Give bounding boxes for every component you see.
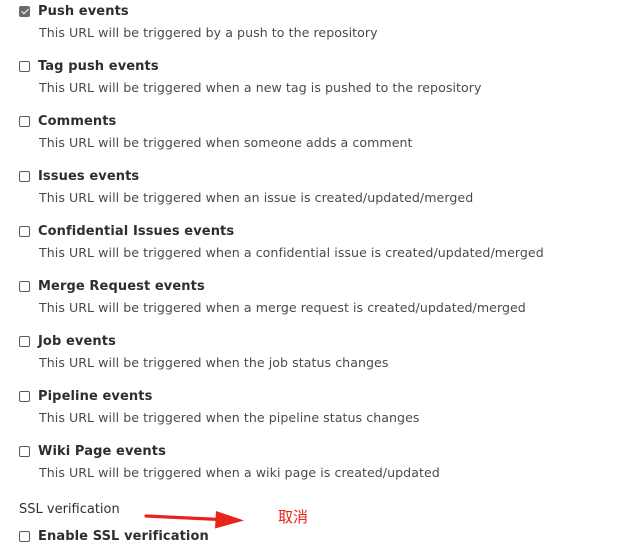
tag-push-events-checkbox[interactable] xyxy=(19,60,30,72)
push-events-checkbox[interactable] xyxy=(19,5,30,17)
cancel-annotation-text: 取消 xyxy=(278,508,309,526)
confidential-issues-events-description: This URL will be triggered when a confid… xyxy=(39,245,544,260)
merge-request-events-checkbox[interactable] xyxy=(19,280,30,292)
trigger-comments: Comments This URL will be triggered when… xyxy=(19,110,413,150)
ssl-verification-heading: SSL verification xyxy=(19,502,120,517)
trigger-job-events: Job events This URL will be triggered wh… xyxy=(19,330,388,370)
push-events-label[interactable]: Push events xyxy=(38,4,129,19)
merge-request-events-description: This URL will be triggered when a merge … xyxy=(39,300,526,315)
trigger-pipeline-events: Pipeline events This URL will be trigger… xyxy=(19,385,419,425)
pipeline-events-checkbox[interactable] xyxy=(19,390,30,402)
pipeline-events-label[interactable]: Pipeline events xyxy=(38,389,152,404)
issues-events-label[interactable]: Issues events xyxy=(38,169,139,184)
trigger-confidential-issues-events: Confidential Issues events This URL will… xyxy=(19,220,544,260)
enable-ssl-verification-checkbox[interactable] xyxy=(19,530,30,542)
trigger-push-events: Push events This URL will be triggered b… xyxy=(19,0,378,40)
wiki-page-events-checkbox[interactable] xyxy=(19,445,30,457)
tag-push-events-description: This URL will be triggered when a new ta… xyxy=(39,80,482,95)
pipeline-events-description: This URL will be triggered when the pipe… xyxy=(39,410,420,425)
comments-description: This URL will be triggered when someone … xyxy=(39,135,413,150)
trigger-merge-request-events: Merge Request events This URL will be tr… xyxy=(19,275,526,315)
trigger-wiki-page-events: Wiki Page events This URL will be trigge… xyxy=(19,440,440,480)
job-events-checkbox[interactable] xyxy=(19,335,30,347)
issues-events-description: This URL will be triggered when an issue… xyxy=(39,190,474,205)
red-arrow-annotation xyxy=(144,511,244,529)
merge-request-events-label[interactable]: Merge Request events xyxy=(38,279,205,294)
comments-checkbox[interactable] xyxy=(19,115,30,127)
webhook-triggers-page: Push events This URL will be triggered b… xyxy=(0,0,617,555)
job-events-label[interactable]: Job events xyxy=(38,334,116,349)
tag-push-events-label[interactable]: Tag push events xyxy=(38,59,159,74)
job-events-description: This URL will be triggered when the job … xyxy=(39,355,389,370)
confidential-issues-events-label[interactable]: Confidential Issues events xyxy=(38,224,234,239)
trigger-issues-events: Issues events This URL will be triggered… xyxy=(19,165,473,205)
issues-events-checkbox[interactable] xyxy=(19,170,30,182)
comments-label[interactable]: Comments xyxy=(38,114,116,129)
push-events-description: This URL will be triggered by a push to … xyxy=(39,25,378,40)
trigger-tag-push-events: Tag push events This URL will be trigger… xyxy=(19,55,481,95)
confidential-issues-events-checkbox[interactable] xyxy=(19,225,30,237)
wiki-page-events-label[interactable]: Wiki Page events xyxy=(38,444,166,459)
wiki-page-events-description: This URL will be triggered when a wiki p… xyxy=(39,465,440,480)
